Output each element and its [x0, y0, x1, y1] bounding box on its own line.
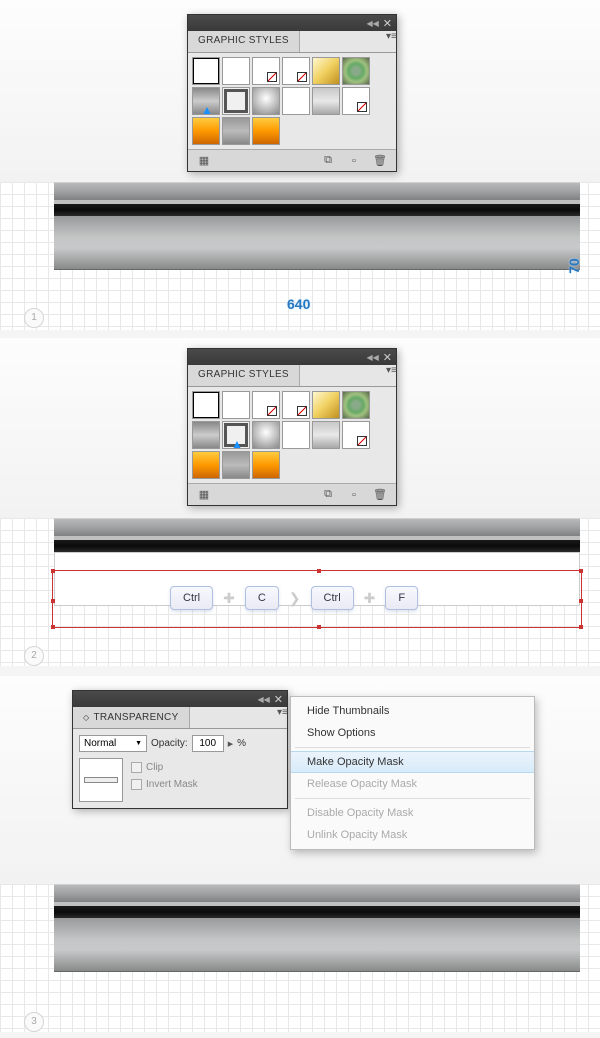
panel-tab-graphic-styles[interactable]: GRAPHIC STYLES: [188, 365, 300, 386]
library-icon[interactable]: ▦: [196, 154, 212, 168]
step-circle-1: 1: [24, 308, 44, 328]
blend-mode-select[interactable]: Normal▼: [79, 735, 147, 752]
swatch-radial[interactable]: [252, 87, 280, 115]
swatch-none-2[interactable]: [282, 57, 310, 85]
break-link-icon[interactable]: ⧉: [320, 154, 336, 168]
swatch-shadow[interactable]: [222, 391, 250, 419]
metal-body: [54, 918, 580, 972]
close-icon[interactable]: ✕: [383, 17, 392, 30]
key-f: F: [385, 586, 418, 610]
menu-separator: [295, 798, 530, 799]
trash-icon[interactable]: 🗑: [372, 488, 388, 502]
swatch-orange-1[interactable]: [192, 451, 220, 479]
swatch-gold[interactable]: [312, 57, 340, 85]
dimension-width: 640: [287, 296, 310, 312]
swatch-orange-2[interactable]: [252, 451, 280, 479]
panel-header[interactable]: ◀◀ ✕: [73, 691, 287, 707]
dimension-height: 70: [566, 258, 582, 274]
swatch-radial[interactable]: [252, 421, 280, 449]
graphic-styles-panel: ◀◀ ✕ GRAPHIC STYLES ▾≡ ▦: [187, 348, 397, 506]
swatch-green[interactable]: [342, 57, 370, 85]
metal-black-strip: [54, 906, 580, 918]
swatch-none-3[interactable]: [342, 421, 370, 449]
plus-icon: ✚: [364, 590, 376, 607]
break-link-icon[interactable]: ⧉: [320, 488, 336, 502]
metal-body: [54, 216, 580, 270]
swatch-gray[interactable]: [222, 117, 250, 145]
menu-item-hide-thumbnails[interactable]: Hide Thumbnails: [291, 700, 534, 722]
close-icon[interactable]: ✕: [383, 351, 392, 364]
swatch-default[interactable]: [192, 391, 220, 419]
swatch-orange-2[interactable]: [252, 117, 280, 145]
collapse-icon[interactable]: ◀◀: [366, 19, 378, 28]
swatch-frame[interactable]: [222, 421, 250, 449]
new-style-icon[interactable]: ▫: [346, 488, 362, 502]
panel-header[interactable]: ◀◀ ✕: [188, 15, 396, 31]
key-ctrl-2: Ctrl: [311, 586, 354, 610]
swatch-none-2[interactable]: [282, 391, 310, 419]
swatch-grid: [192, 57, 392, 145]
swatch-silver[interactable]: [312, 87, 340, 115]
menu-item-disable-opacity-mask: Disable Opacity Mask: [291, 802, 534, 824]
menu-item-show-options[interactable]: Show Options: [291, 722, 534, 744]
swatch-default[interactable]: [192, 57, 220, 85]
graphic-styles-panel: ◀◀ ✕ GRAPHIC STYLES ▾≡ ▦: [187, 14, 397, 172]
step-circle-2: 2: [24, 646, 44, 666]
flyout-menu: Hide Thumbnails Show Options Make Opacit…: [290, 696, 535, 850]
opacity-label: Opacity:: [151, 738, 188, 749]
mask-thumbnail[interactable]: [79, 758, 123, 802]
swatch-none-1[interactable]: [252, 57, 280, 85]
panel-tab-transparency[interactable]: ◇TRANSPARENCY: [73, 707, 190, 728]
panel-flyout-icon[interactable]: ▾≡: [273, 707, 287, 728]
arrow-up-icon: [202, 107, 212, 115]
opacity-unit: %: [237, 738, 246, 749]
opacity-input[interactable]: [192, 735, 224, 752]
panel-flyout-icon[interactable]: ▾≡: [382, 31, 396, 52]
menu-item-make-opacity-mask[interactable]: Make Opacity Mask: [291, 751, 534, 773]
invert-mask-checkbox[interactable]: Invert Mask: [131, 779, 198, 790]
swatch-white[interactable]: [282, 421, 310, 449]
chevron-right-icon: ❯: [289, 590, 301, 607]
swatch-grid: [192, 391, 392, 479]
step-circle-3: 3: [24, 1012, 44, 1032]
menu-item-unlink-opacity-mask: Unlink Opacity Mask: [291, 824, 534, 846]
swatch-green[interactable]: [342, 391, 370, 419]
chevron-right-icon[interactable]: ▶: [228, 740, 233, 748]
new-style-icon[interactable]: ▫: [346, 154, 362, 168]
menu-item-release-opacity-mask: Release Opacity Mask: [291, 773, 534, 795]
swatch-silver[interactable]: [312, 421, 340, 449]
library-icon[interactable]: ▦: [196, 488, 212, 502]
metal-black-strip: [54, 204, 580, 216]
menu-separator: [295, 747, 530, 748]
close-icon[interactable]: ✕: [274, 693, 283, 706]
arrow-up-icon: [232, 441, 242, 449]
clip-checkbox[interactable]: Clip: [131, 762, 198, 773]
swatch-gray[interactable]: [222, 451, 250, 479]
swatch-metal[interactable]: [192, 421, 220, 449]
swatch-frame[interactable]: [222, 87, 250, 115]
metal-bar-top: [54, 182, 580, 200]
plus-icon: ✚: [223, 590, 235, 607]
shortcut-row: Ctrl ✚ C ❯ Ctrl ✚ F: [170, 586, 418, 610]
collapse-icon[interactable]: ◀◀: [257, 695, 269, 704]
swatch-none-3[interactable]: [342, 87, 370, 115]
metal-bar-top: [54, 884, 580, 902]
swatch-shadow[interactable]: [222, 57, 250, 85]
trash-icon[interactable]: 🗑: [372, 154, 388, 168]
collapse-icon[interactable]: ◀◀: [366, 353, 378, 362]
swatch-white[interactable]: [282, 87, 310, 115]
metal-bar-top: [54, 518, 580, 536]
panel-flyout-icon[interactable]: ▾≡: [382, 365, 396, 386]
panel-tab-graphic-styles[interactable]: GRAPHIC STYLES: [188, 31, 300, 52]
swatch-orange-1[interactable]: [192, 117, 220, 145]
metal-black-strip: [54, 540, 580, 552]
key-ctrl: Ctrl: [170, 586, 213, 610]
key-c: C: [245, 586, 279, 610]
swatch-none-1[interactable]: [252, 391, 280, 419]
swatch-gold[interactable]: [312, 391, 340, 419]
transparency-panel: ◀◀ ✕ ◇TRANSPARENCY ▾≡ Normal▼ Opacity: ▶…: [72, 690, 288, 809]
panel-header[interactable]: ◀◀ ✕: [188, 349, 396, 365]
swatch-metal[interactable]: [192, 87, 220, 115]
